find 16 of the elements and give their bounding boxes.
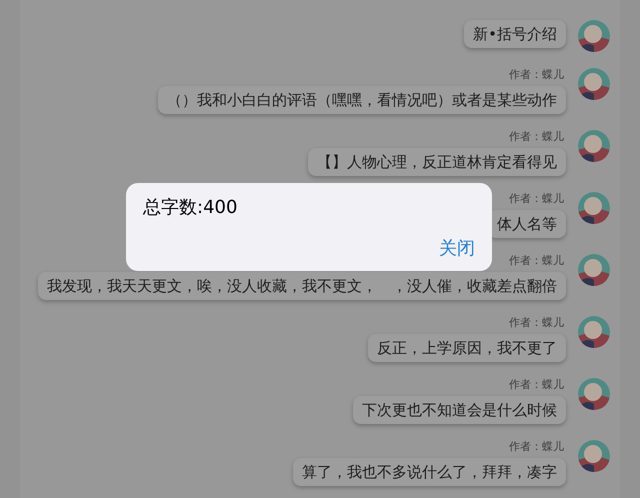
message-bubble: （）我和小白白的评语（嘿嘿，看情况吧）或者是某些动作 [158, 86, 566, 114]
message-bubble: 算了，我也不多说什么了，拜拜，凑字 [293, 458, 566, 486]
author-label: 作者：蝶儿 [509, 130, 565, 144]
author-label: 作者：蝶儿 [509, 68, 565, 82]
author-label: 作者：蝶儿 [509, 440, 565, 454]
dialog-message: 总字数:400 [143, 196, 238, 220]
message-bubble: 新•括号介绍 [464, 20, 566, 48]
message-bubble: 反正，上学原因，我不更了 [368, 334, 566, 362]
author-label: 作者：蝶儿 [509, 192, 565, 206]
author-label: 作者：蝶儿 [509, 316, 565, 330]
close-button[interactable]: 关闭 [439, 237, 475, 261]
message-bubble: 我发现，我天天更文，唉，没人收藏，我不更文， ，没人催，收藏差点翻倍 [38, 272, 566, 300]
author-label: 作者：蝶儿 [509, 254, 565, 268]
message-bubble: 【】人物心理，反正道林肯定看得见 [308, 148, 566, 176]
author-label: 作者：蝶儿 [509, 378, 565, 392]
message-bubble: 下次更也不知道会是什么时候 [353, 396, 566, 424]
